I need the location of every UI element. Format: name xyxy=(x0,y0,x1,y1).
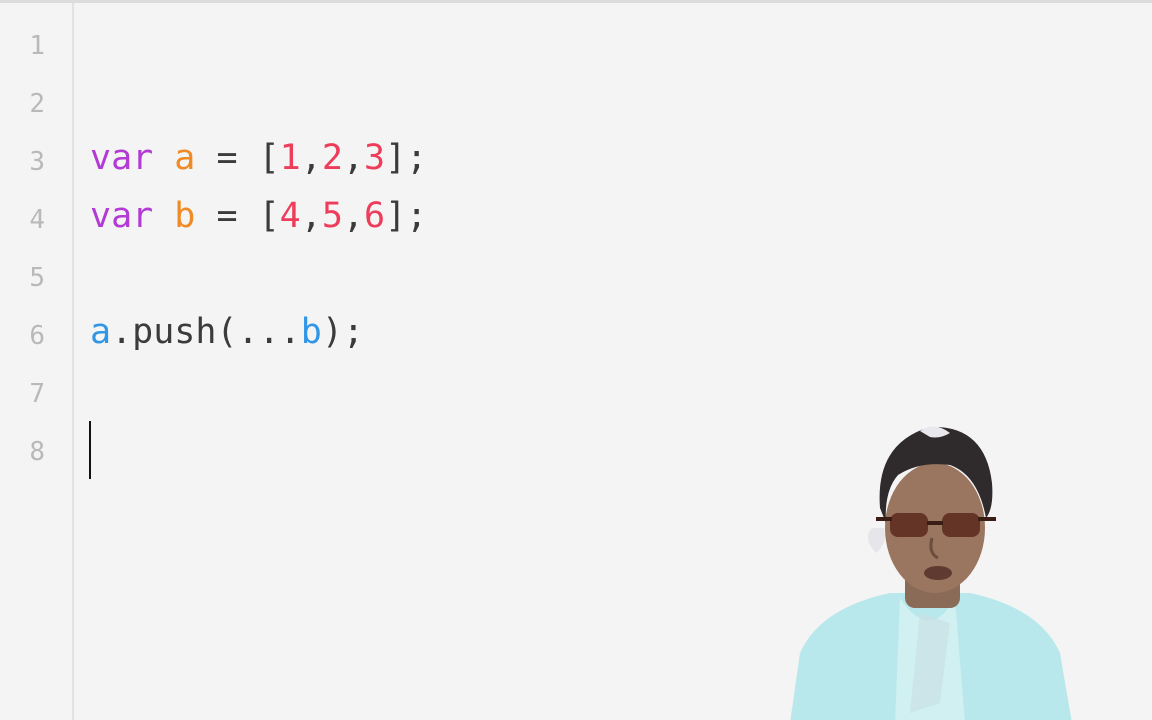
number-token: 6 xyxy=(363,196,386,236)
punct-token: , xyxy=(300,196,322,236)
punct-token: , xyxy=(300,138,322,178)
number-token: 1 xyxy=(279,138,301,178)
variable-token: a xyxy=(174,138,196,178)
punct-token: , xyxy=(342,138,364,178)
punct-token: ); xyxy=(321,312,364,352)
punct-token: ]; xyxy=(385,196,428,236)
line-number: 7 xyxy=(29,379,45,409)
punct-token: , xyxy=(342,196,364,236)
punct-token: = [ xyxy=(195,138,280,178)
number-token: 5 xyxy=(321,196,343,236)
code-line-6[interactable]: a.push(...b); xyxy=(90,303,364,361)
line-number: 4 xyxy=(29,205,45,235)
keyword-token: var xyxy=(90,138,154,178)
line-number: 3 xyxy=(29,147,45,177)
line-number: 1 xyxy=(29,31,45,61)
line-number: 5 xyxy=(29,263,45,293)
line-number: 8 xyxy=(29,437,45,467)
variable-token: b xyxy=(174,196,196,236)
code-editor[interactable]: 1 2 3 4 5 6 7 8 var a = [1,2,3]; var b =… xyxy=(0,0,1152,720)
text-cursor xyxy=(89,421,91,479)
keyword-token: var xyxy=(90,196,154,236)
number-token: 2 xyxy=(321,138,343,178)
number-token: 3 xyxy=(363,138,386,178)
punct-token: .push(... xyxy=(111,312,301,352)
presenter-webcam-icon xyxy=(790,426,1072,720)
line-number: 6 xyxy=(29,321,45,351)
line-number: 2 xyxy=(29,89,45,119)
variable-token: a xyxy=(90,312,112,352)
line-number-gutter: 1 2 3 4 5 6 7 8 xyxy=(0,3,74,720)
punct-token: ]; xyxy=(385,138,428,178)
number-token: 4 xyxy=(279,196,301,236)
variable-token: b xyxy=(300,312,322,352)
punct-token: = [ xyxy=(195,196,280,236)
code-line-4[interactable]: var b = [4,5,6]; xyxy=(90,187,427,245)
code-line-3[interactable]: var a = [1,2,3]; xyxy=(90,129,427,187)
